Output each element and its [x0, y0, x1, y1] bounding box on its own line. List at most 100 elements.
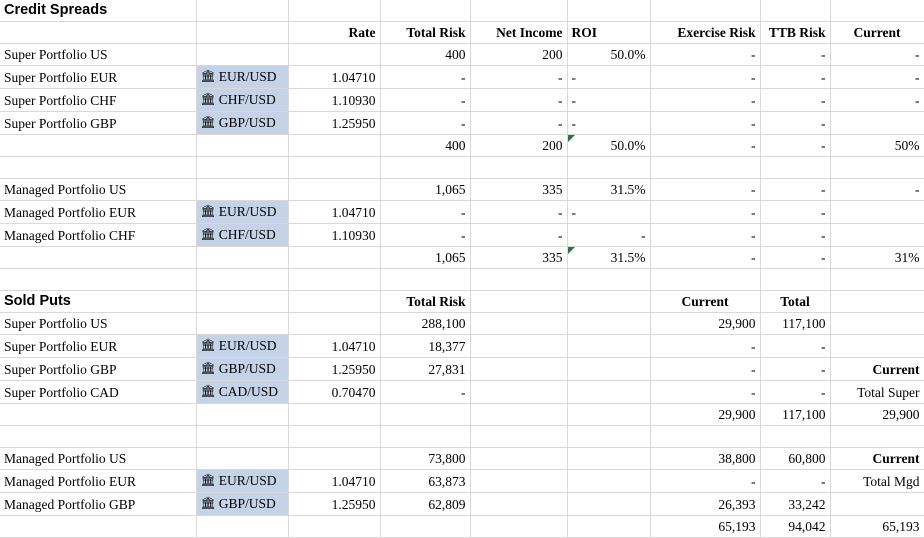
- table-row[interactable]: Managed Portfolio CHF 🏛 CHF/USD 1.10930 -…: [0, 223, 924, 247]
- empty-cell[interactable]: [650, 268, 761, 291]
- table-row[interactable]: Super Portfolio EUR 🏛 EUR/USD 1.04710 - -…: [0, 65, 924, 89]
- empty-cell[interactable]: [196, 515, 289, 538]
- empty-cell[interactable]: [288, 246, 381, 269]
- fx-pair-cell[interactable]: 🏛 EUR/USD: [196, 200, 289, 224]
- empty-cell[interactable]: [470, 380, 568, 404]
- empty-cell[interactable]: [567, 334, 651, 358]
- fx-pair-cell[interactable]: 🏛 EUR/USD: [196, 334, 289, 358]
- empty-cell[interactable]: [0, 515, 197, 538]
- empty-cell[interactable]: [0, 425, 197, 448]
- empty-cell[interactable]: [830, 156, 924, 179]
- empty-cell[interactable]: [567, 268, 651, 291]
- fx-pair-cell[interactable]: 🏛 GBP/USD: [196, 492, 289, 516]
- empty-cell[interactable]: [567, 156, 651, 179]
- empty-cell[interactable]: [470, 312, 568, 335]
- empty-cell[interactable]: [760, 156, 831, 179]
- empty-cell[interactable]: [567, 469, 651, 493]
- empty-cell[interactable]: [567, 312, 651, 335]
- empty-cell[interactable]: [380, 425, 471, 448]
- empty-cell[interactable]: [567, 290, 651, 313]
- empty-cell[interactable]: [288, 134, 381, 157]
- total-row[interactable]: 400 200 50.0% - - 50%: [0, 134, 924, 157]
- fx-pair-cell[interactable]: 🏛 CHF/USD: [196, 223, 289, 247]
- empty-cell[interactable]: [380, 268, 471, 291]
- table-row[interactable]: Super Portfolio GBP 🏛 GBP/USD 1.25950 27,…: [0, 357, 924, 381]
- empty-cell[interactable]: [830, 0, 924, 22]
- empty-cell[interactable]: [196, 0, 289, 22]
- empty-cell[interactable]: [567, 0, 651, 22]
- empty-cell[interactable]: [196, 246, 289, 269]
- spacer-total[interactable]: [567, 403, 651, 426]
- empty-cell[interactable]: [380, 0, 471, 22]
- total-row[interactable]: 1,065 335 31.5% - - 31%: [0, 246, 924, 269]
- empty-cell[interactable]: [288, 156, 381, 179]
- fx-pair-cell[interactable]: [196, 43, 289, 66]
- empty-cell[interactable]: [0, 246, 197, 269]
- empty-cell[interactable]: [567, 492, 651, 516]
- spreadsheet-grid[interactable]: Credit Spreads Rate Total Risk Net Incom…: [0, 0, 924, 538]
- fx-pair-cell[interactable]: 🏛 GBP/USD: [196, 111, 289, 135]
- empty-cell[interactable]: [470, 268, 568, 291]
- fx-pair-cell[interactable]: 🏛 EUR/USD: [196, 469, 289, 493]
- fx-pair-cell[interactable]: [196, 178, 289, 201]
- empty-cell[interactable]: [567, 357, 651, 381]
- empty-cell[interactable]: [470, 290, 568, 313]
- table-row[interactable]: Managed Portfolio US 73,800 38,800 60,80…: [0, 447, 924, 470]
- table-row[interactable]: Managed Portfolio GBP 🏛 GBP/USD 1.25950 6…: [0, 492, 924, 516]
- empty-cell[interactable]: [830, 290, 924, 313]
- empty-cell[interactable]: [567, 447, 651, 470]
- empty-cell[interactable]: [196, 134, 289, 157]
- fx-pair-cell[interactable]: 🏛 GBP/USD: [196, 357, 289, 381]
- table-row[interactable]: Managed Portfolio EUR 🏛 EUR/USD 1.04710 6…: [0, 469, 924, 493]
- empty-cell[interactable]: [196, 268, 289, 291]
- empty-cell[interactable]: [196, 21, 289, 44]
- empty-cell[interactable]: [0, 156, 197, 179]
- empty-cell[interactable]: [288, 515, 381, 538]
- empty-cell[interactable]: [470, 447, 568, 470]
- empty-cell[interactable]: [650, 156, 761, 179]
- empty-cell[interactable]: [196, 425, 289, 448]
- empty-cell[interactable]: [288, 425, 381, 448]
- empty-cell[interactable]: [650, 425, 761, 448]
- spacer-total[interactable]: [567, 515, 651, 538]
- total-row[interactable]: 65,193 94,042 65,193: [0, 515, 924, 538]
- fx-pair-cell[interactable]: [196, 447, 289, 470]
- empty-cell[interactable]: [288, 268, 381, 291]
- empty-cell[interactable]: [196, 290, 289, 313]
- fx-pair-cell[interactable]: 🏛 CHF/USD: [196, 88, 289, 112]
- spacer-total[interactable]: [470, 515, 568, 538]
- fx-pair-cell[interactable]: [196, 312, 289, 335]
- empty-cell[interactable]: [470, 425, 568, 448]
- empty-cell[interactable]: [470, 492, 568, 516]
- empty-cell[interactable]: [470, 0, 568, 22]
- spacer-total[interactable]: [470, 403, 568, 426]
- table-row[interactable]: Managed Portfolio EUR 🏛 EUR/USD 1.04710 -…: [0, 200, 924, 224]
- empty-cell[interactable]: [196, 156, 289, 179]
- empty-cell[interactable]: [760, 0, 831, 22]
- empty-cell[interactable]: [470, 469, 568, 493]
- empty-cell[interactable]: [196, 403, 289, 426]
- empty-cell[interactable]: [0, 403, 197, 426]
- empty-cell[interactable]: [470, 156, 568, 179]
- empty-cell[interactable]: [470, 334, 568, 358]
- empty-cell[interactable]: [470, 357, 568, 381]
- empty-cell[interactable]: [760, 425, 831, 448]
- table-row[interactable]: Super Portfolio GBP 🏛 GBP/USD 1.25950 - -…: [0, 111, 924, 135]
- empty-cell[interactable]: [830, 268, 924, 291]
- empty-cell[interactable]: [0, 21, 197, 44]
- empty-cell[interactable]: [650, 0, 761, 22]
- table-row[interactable]: Managed Portfolio US 1,065 335 31.5% - -…: [0, 178, 924, 201]
- fx-pair-cell[interactable]: 🏛 EUR/USD: [196, 65, 289, 89]
- empty-cell[interactable]: [830, 425, 924, 448]
- fx-pair-cell[interactable]: 🏛 CAD/USD: [196, 380, 289, 404]
- empty-cell[interactable]: [0, 134, 197, 157]
- empty-cell[interactable]: [288, 290, 381, 313]
- table-row[interactable]: Super Portfolio US 400 200 50.0% - - -: [0, 43, 924, 66]
- table-row[interactable]: Super Portfolio CAD 🏛 CAD/USD 0.70470 - -…: [0, 380, 924, 404]
- empty-cell[interactable]: [567, 380, 651, 404]
- table-row[interactable]: Super Portfolio CHF 🏛 CHF/USD 1.10930 - -…: [0, 88, 924, 112]
- empty-cell[interactable]: [567, 425, 651, 448]
- empty-cell[interactable]: [0, 268, 197, 291]
- empty-cell[interactable]: [288, 403, 381, 426]
- total-row[interactable]: 29,900 117,100 29,900: [0, 403, 924, 426]
